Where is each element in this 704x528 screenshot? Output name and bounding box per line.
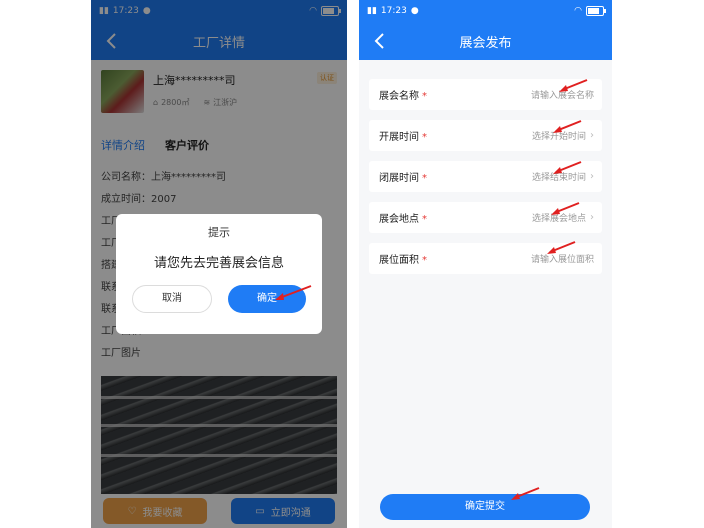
field-label: 展会名称	[379, 91, 419, 102]
annotation-arrow-icon	[553, 161, 582, 174]
annotation-arrow-icon	[553, 120, 582, 133]
field-label: 展会地点	[379, 214, 419, 225]
annotation-arrow-icon	[511, 487, 540, 500]
back-arrow-icon[interactable]	[373, 32, 387, 50]
dialog-message: 请您先去完善展会信息	[153, 256, 284, 271]
cancel-button[interactable]: 取消	[132, 285, 212, 313]
annotation-arrow-icon	[559, 79, 588, 92]
submit-button[interactable]: 确定提交	[380, 494, 590, 520]
annotation-arrow-icon	[275, 285, 312, 300]
header: ▮▮ 17:23 ● ◠ 展会发布	[359, 0, 612, 60]
required-marker: *	[422, 132, 427, 143]
required-marker: *	[422, 91, 427, 102]
required-marker: *	[422, 255, 427, 266]
chevron-right-icon: ›	[590, 212, 594, 223]
annotation-arrow-icon	[547, 241, 576, 254]
field-label: 闭展时间	[379, 173, 419, 184]
notification-icon: ●	[410, 6, 419, 16]
nav-bar: 展会发布	[359, 22, 612, 60]
chevron-right-icon: ›	[590, 171, 594, 182]
field-label: 展位面积	[379, 255, 419, 266]
dialog-title: 提示	[208, 226, 230, 239]
field-label: 开展时间	[379, 132, 419, 143]
battery-icon	[586, 6, 606, 16]
signal-icon: ▮▮	[367, 6, 377, 16]
page-title: 展会发布	[459, 35, 512, 51]
chevron-right-icon: ›	[590, 130, 594, 141]
status-time: 17:23	[380, 6, 407, 16]
wifi-icon: ◠	[574, 6, 582, 16]
required-marker: *	[422, 214, 427, 225]
factory-detail-screen: ▮▮ 17:23 ● ◠ 工厂详情 上海*********司 ⌂ 2800㎡ ≋ 江…	[91, 0, 347, 528]
exhibition-publish-screen: ▮▮ 17:23 ● ◠ 展会发布 展会名称 * 请输入展会名称 开展时间 * 选择…	[359, 0, 612, 528]
status-bar: ▮▮ 17:23 ● ◠	[359, 0, 612, 22]
annotation-arrow-icon	[551, 202, 580, 215]
prompt-dialog: 提示 请您先去完善展会信息 取消 确定	[116, 214, 322, 334]
required-marker: *	[422, 173, 427, 184]
